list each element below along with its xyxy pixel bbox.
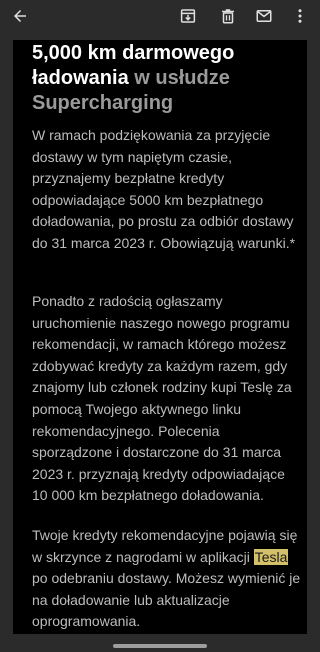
delete-button[interactable] (216, 4, 240, 28)
paragraph3-text-after: po odebraniu dostawy. Możesz wymienić je… (32, 570, 301, 630)
email-body: 5,000 km darmowego ładowania w usłudze S… (13, 40, 307, 634)
heading-part-distance: 5,000 km (32, 42, 123, 64)
paragraph-referral-credits: Twoje kredyty rekomendacyjne pojawią się… (32, 525, 302, 633)
email-heading: 5,000 km darmowego ładowania w usłudze S… (32, 41, 302, 116)
highlighted-word: Tesla (253, 548, 289, 565)
archive-button[interactable] (176, 4, 200, 28)
more-vert-icon (291, 7, 309, 25)
delete-icon (219, 7, 237, 25)
mark-unread-button[interactable] (252, 4, 276, 28)
email-screen: 5,000 km darmowego ładowania w usłudze S… (0, 0, 320, 652)
bottom-bar (0, 634, 320, 652)
paragraph-referral-program: Ponadto z radością ogłaszamy uruchomieni… (32, 293, 292, 504)
mail-icon (255, 7, 273, 25)
archive-icon (179, 7, 197, 25)
more-options-button[interactable] (288, 4, 312, 28)
arrow-back-icon (11, 7, 29, 25)
back-button[interactable] (8, 4, 32, 28)
home-indicator[interactable] (113, 644, 207, 648)
paragraph-thank-you: W ramach podziękowania za przyjęcie dost… (32, 127, 296, 251)
top-app-bar (0, 0, 320, 32)
